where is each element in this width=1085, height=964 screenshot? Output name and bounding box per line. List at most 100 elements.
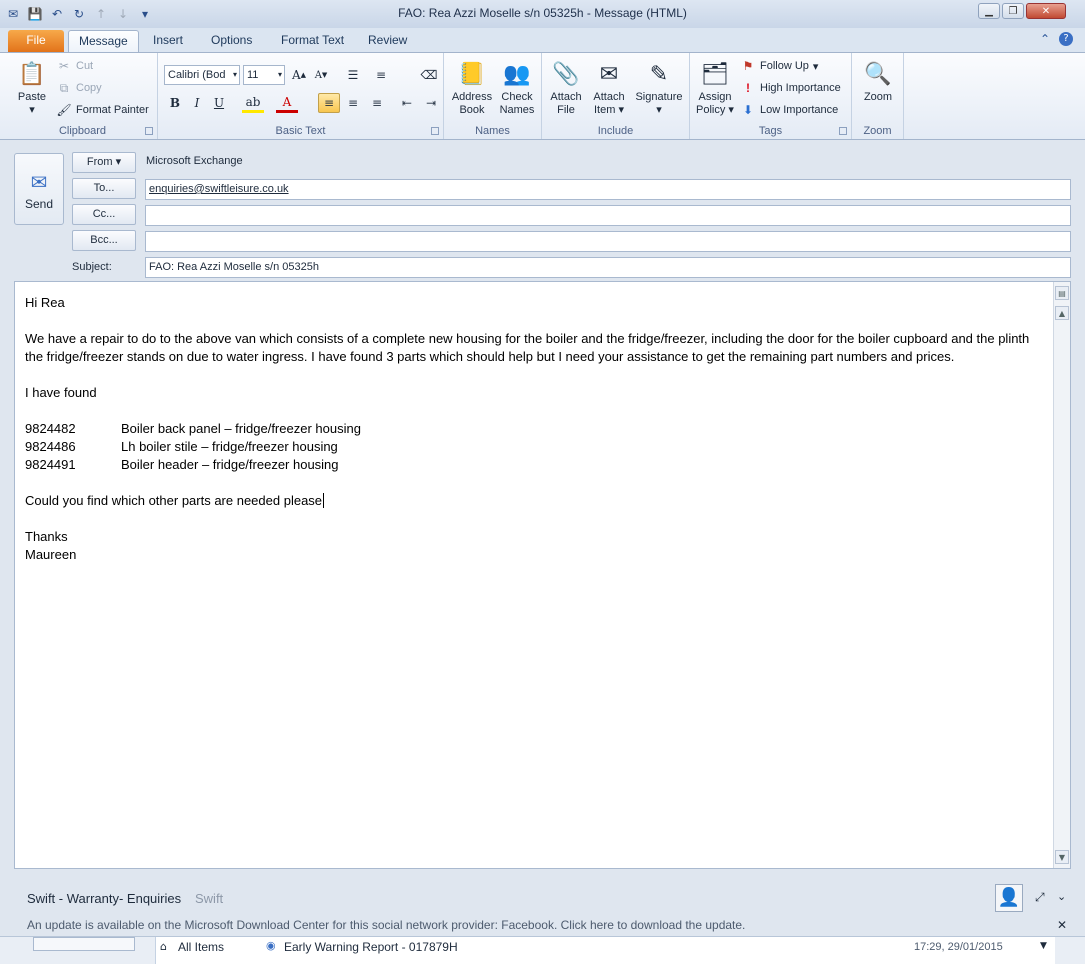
- address-book-button[interactable]: 📒 Address Book: [450, 57, 494, 117]
- bold-icon[interactable]: B: [164, 93, 186, 113]
- cut-button[interactable]: ✂ Cut: [56, 56, 93, 76]
- tab-format-text[interactable]: Format Text: [271, 30, 354, 52]
- close-notice-icon[interactable]: ✕: [1057, 918, 1067, 932]
- format-painter-button[interactable]: 🖌 Format Painter: [56, 100, 149, 120]
- chevron-down-icon[interactable]: ⌄: [1057, 890, 1066, 903]
- maximize-button[interactable]: ❐: [1002, 3, 1024, 19]
- cc-field[interactable]: [145, 205, 1071, 226]
- paste-button[interactable]: 📋 Paste ▾: [14, 57, 50, 117]
- tab-file[interactable]: File: [8, 30, 64, 52]
- scroll-up-icon[interactable]: ▲: [1055, 306, 1069, 320]
- all-items-tab[interactable]: All Items: [178, 940, 224, 954]
- grow-font-icon[interactable]: A ▲: [288, 65, 310, 85]
- contact-name[interactable]: Swift - Warranty- Enquiries: [27, 891, 181, 906]
- message-body[interactable]: Hi Rea We have a repair to do to the abo…: [14, 281, 1071, 869]
- decrease-indent-icon[interactable]: ⇤: [396, 93, 418, 113]
- high-importance-label: High Importance: [760, 82, 841, 94]
- bcc-button[interactable]: Bcc...: [72, 230, 136, 251]
- window-controls: ▁ ❐ ✕: [978, 3, 1066, 21]
- bullets-icon[interactable]: ☰: [342, 65, 364, 85]
- to-button[interactable]: To...: [72, 178, 136, 199]
- tags-launcher-icon[interactable]: [839, 127, 847, 135]
- include-group: 📎 Attach File ✉ Attach Item ▾ ✎ Signature ▾…: [542, 53, 690, 139]
- assign-policy-button[interactable]: 🗂 Assign Policy ▾: [694, 57, 736, 117]
- close-button[interactable]: ✕: [1026, 3, 1066, 19]
- body-scrollbar[interactable]: ▤ ▲ ▼: [1053, 282, 1070, 868]
- expand-pane-icon[interactable]: ⤢: [1035, 890, 1045, 905]
- avatar[interactable]: 👤: [995, 884, 1023, 912]
- copy-button[interactable]: ⧉ Copy: [56, 78, 102, 98]
- basic-text-group-label: Basic Text: [275, 125, 326, 137]
- font-size-combo[interactable]: 11 ▾: [243, 65, 285, 85]
- format-painter-label: Format Painter: [76, 104, 149, 116]
- question-line: Could you find which other parts are nee…: [25, 493, 323, 508]
- address-book-line1: Address: [451, 91, 493, 103]
- list-scroll-icon[interactable]: ▼: [1040, 941, 1047, 951]
- tab-message[interactable]: Message: [68, 30, 139, 52]
- minimize-button[interactable]: ▁: [978, 3, 1000, 19]
- part-description: Lh boiler stile – fridge/freezer housing: [121, 439, 338, 454]
- names-group-label: Names: [475, 125, 510, 137]
- bcc-field[interactable]: [145, 231, 1071, 252]
- thanks-line: Thanks: [25, 529, 68, 544]
- highlight-icon[interactable]: ab: [242, 93, 264, 113]
- ruler-toggle-icon[interactable]: ▤: [1055, 286, 1069, 300]
- tab-options[interactable]: Options: [201, 30, 262, 52]
- tab-review[interactable]: Review: [358, 30, 417, 52]
- flag-icon: ⚑: [742, 59, 754, 73]
- font-color-icon[interactable]: A: [276, 93, 298, 113]
- follow-up-button[interactable]: ⚑ Follow Up ▾: [740, 56, 819, 76]
- down-arrow-icon: ⬇: [742, 103, 754, 117]
- paste-label: Paste: [17, 91, 47, 103]
- update-notice[interactable]: An update is available on the Microsoft …: [27, 918, 745, 932]
- tab-insert[interactable]: Insert: [143, 30, 193, 52]
- attach-file-button[interactable]: 📎 Attach File: [548, 57, 584, 117]
- activity-item-title[interactable]: Early Warning Report - 017879H: [284, 940, 458, 954]
- found-line: I have found: [25, 385, 97, 400]
- assign-policy-line1: Assign: [698, 91, 732, 103]
- part-number: 9824491: [25, 457, 76, 472]
- scissors-icon: ✂: [58, 59, 70, 73]
- text-cursor: ​: [323, 493, 325, 508]
- low-importance-button[interactable]: ⬇ Low Importance: [740, 100, 838, 120]
- pane-tab-placeholder[interactable]: [33, 937, 135, 951]
- align-left-icon[interactable]: ≡: [318, 93, 340, 113]
- basic-text-launcher-icon[interactable]: [431, 127, 439, 135]
- signature-button[interactable]: ✎ Signature ▾: [632, 57, 686, 117]
- clipboard-icon: 📋: [18, 60, 46, 86]
- subject-label: Subject:: [72, 261, 112, 273]
- part-row: 9824491 Boiler header – fridge/freezer ho…: [25, 456, 1045, 474]
- font-name-value: Calibri (Bod: [168, 69, 226, 81]
- include-group-label: Include: [597, 125, 634, 137]
- high-importance-button[interactable]: ! High Importance: [740, 78, 841, 98]
- scroll-down-icon[interactable]: ▼: [1055, 850, 1069, 864]
- numbering-icon[interactable]: ≡: [370, 65, 392, 85]
- italic-icon[interactable]: I: [186, 93, 208, 113]
- zoom-label: Zoom: [863, 91, 893, 103]
- basic-text-group: Calibri (Bod ▾ 11 ▾ A ▲ A ▼ ☰ ≡ ⌫ B I U ab A…: [158, 53, 444, 139]
- increase-indent-icon[interactable]: ⇥: [420, 93, 442, 113]
- cc-button[interactable]: Cc...: [72, 204, 136, 225]
- shrink-font-icon[interactable]: A ▼: [310, 65, 332, 85]
- clear-formatting-icon[interactable]: ⌫: [418, 65, 440, 85]
- check-names-button[interactable]: 👥 Check Names: [496, 57, 538, 117]
- attach-item-button[interactable]: ✉ Attach Item ▾: [590, 57, 628, 117]
- message-text[interactable]: Hi Rea We have a repair to do to the abo…: [25, 294, 1045, 564]
- from-button[interactable]: From ▾: [72, 152, 136, 173]
- align-right-icon[interactable]: ≡: [366, 93, 388, 113]
- align-center-icon[interactable]: ≡: [342, 93, 364, 113]
- clipboard-launcher-icon[interactable]: [145, 127, 153, 135]
- to-recipient[interactable]: enquiries@swiftleisure.co.uk: [149, 183, 289, 195]
- to-field[interactable]: enquiries@swiftleisure.co.uk: [145, 179, 1071, 200]
- part-number: 9824482: [25, 421, 76, 436]
- underline-icon[interactable]: U: [208, 93, 230, 113]
- send-button[interactable]: ✉ Send: [14, 153, 64, 225]
- greeting: Hi Rea: [25, 295, 65, 310]
- minimize-ribbon-icon[interactable]: ⌃: [1040, 32, 1050, 46]
- help-icon[interactable]: ?: [1059, 32, 1073, 46]
- send-label: Send: [24, 197, 54, 211]
- subject-field[interactable]: FAO: Rea Azzi Moselle s/n 05325h: [145, 257, 1071, 278]
- item-globe-icon: ◉: [266, 939, 276, 952]
- font-name-combo[interactable]: Calibri (Bod ▾: [164, 65, 240, 85]
- zoom-button[interactable]: 🔍 Zoom: [858, 57, 898, 104]
